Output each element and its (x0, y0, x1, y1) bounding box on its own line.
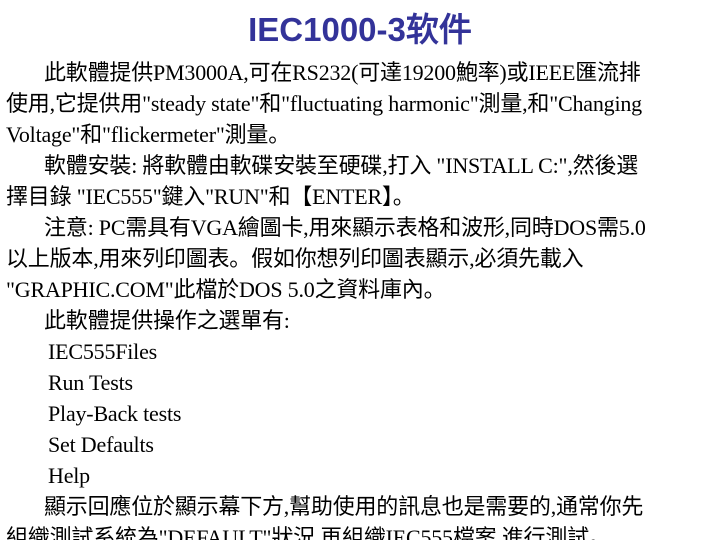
body-line: 軟體安裝: 將軟體由軟碟安裝至硬碟,打入 "INSTALL C:",然後選 (44, 153, 639, 178)
body-line: 此軟體提供PM3000A,可在RS232(可達19200鮑率)或IEEE匯流排 (44, 60, 641, 85)
slide-body-text: 此軟體提供PM3000A,可在RS232(可達19200鮑率)或IEEE匯流排 … (6, 57, 720, 540)
page-title: IEC1000-3软件 (248, 11, 472, 48)
menu-item-set-defaults: Set Defaults (48, 432, 154, 457)
menu-item-iec555files: IEC555Files (48, 339, 158, 364)
menu-item-help: Help (48, 463, 90, 488)
body-line: 以上版本,用來列印圖表。假如你想列印圖表顯示,必須先載入 (6, 246, 584, 271)
body-line: "GRAPHIC.COM"此檔於DOS 5.0之資料庫內。 (6, 277, 446, 302)
body-line: 擇目錄 "IEC555"鍵入"RUN"和【ENTER】。 (6, 184, 415, 209)
body-line: 顯示回應位於顯示幕下方,幫助使用的訊息也是需要的,通常你先 (44, 494, 644, 519)
slide-canvas: IEC1000-3软件 此軟體提供PM3000A,可在RS232(可達19200… (0, 0, 720, 540)
body-line: 注意: PC需具有VGA繪圖卡,用來顯示表格和波形,同時DOS需5.0 (44, 215, 646, 240)
body-line: 此軟體提供操作之選單有: (44, 308, 290, 333)
body-line: 使用,它提供用"steady state"和"fluctuating harmo… (6, 91, 642, 116)
body-line: Voltage"和"flickermeter"測量。 (6, 122, 291, 147)
menu-item-run-tests: Run Tests (48, 370, 133, 395)
menu-item-play-back-tests: Play-Back tests (48, 401, 182, 426)
body-line: 組織測試系統為"DEFAULT"狀況,再組織IEC555檔案,進行測試。 (6, 525, 611, 540)
